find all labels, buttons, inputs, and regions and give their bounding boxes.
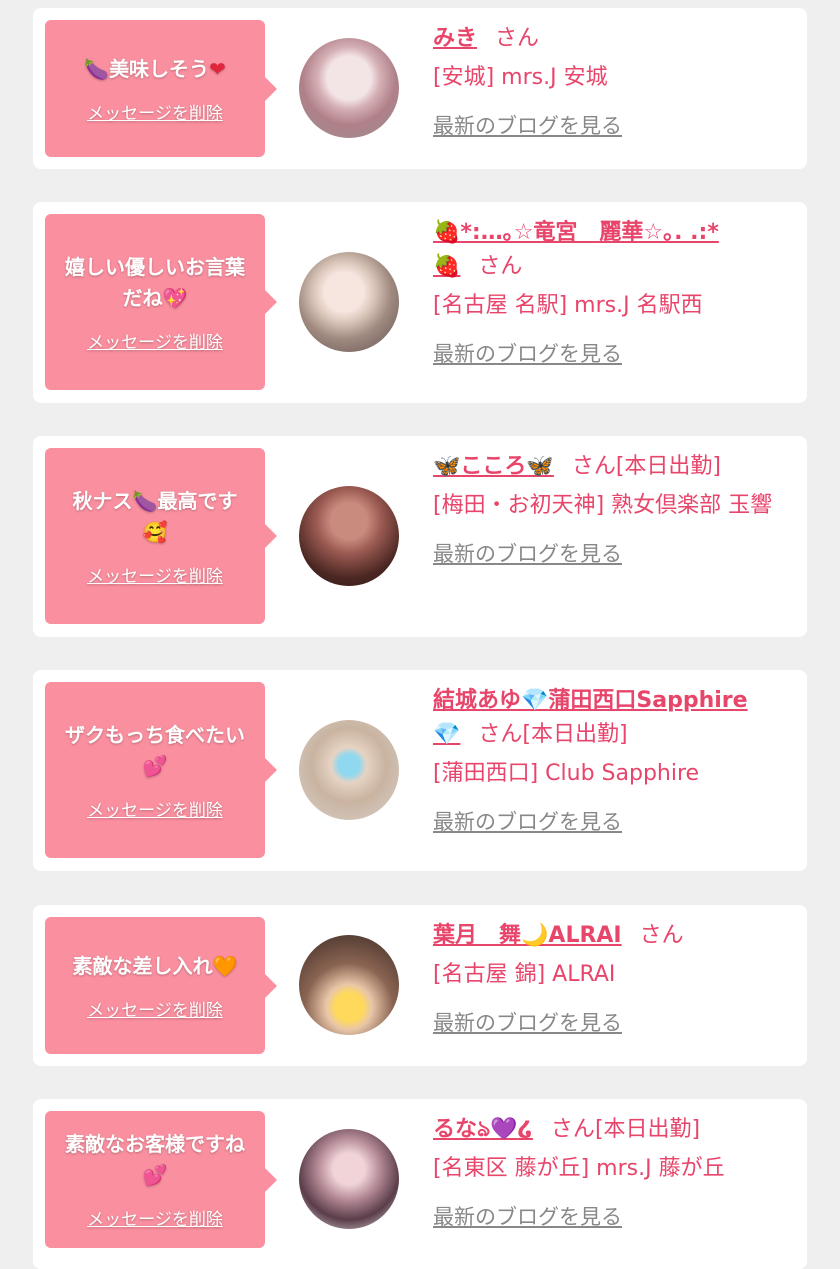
purple-heart-icon: 💜: [490, 1117, 518, 1142]
delete-message-link[interactable]: メッセージを削除: [87, 796, 223, 821]
girl-name-link[interactable]: 葉月 舞🌙ALRAI: [433, 923, 622, 948]
avatar[interactable]: [299, 486, 399, 586]
honorific: さん: [571, 454, 616, 479]
delete-message-link[interactable]: メッセージを削除: [87, 996, 223, 1021]
message-card: 秋ナス🍆最高です 🥰 メッセージを削除 🦋こころ🦋 さん[本日出勤] [梅田・お初天…: [33, 436, 807, 637]
strawberry-icon: 🍓: [433, 254, 461, 279]
decor-symbol: ໒: [517, 1117, 533, 1142]
girl-name-link[interactable]: るなঌ💜໒: [433, 1117, 533, 1142]
name-line: みき さん: [433, 22, 793, 56]
heart-icon: ❤: [209, 56, 226, 81]
honorific: さん: [550, 1117, 595, 1142]
honorific: さん: [478, 722, 523, 747]
name-line: 🍓*:…｡☆竜宮 麗華☆｡. .:* 🍓 さん: [433, 216, 793, 284]
latest-blog-link[interactable]: 最新のブログを見る: [433, 806, 622, 838]
two-hearts-icon: 💕: [142, 1163, 168, 1187]
message-card: 🍆美味しそう❤ メッセージを削除 みき さん [安城] mrs.J 安城 最新のブ…: [33, 8, 807, 169]
girl-name-link[interactable]: みき: [433, 26, 477, 51]
message-bubble: 🍆美味しそう❤ メッセージを削除: [45, 20, 277, 157]
honorific: さん: [639, 923, 684, 948]
girl-info: みき さん [安城] mrs.J 安城 最新のブログを見る: [433, 22, 793, 142]
shop-text: [安城] mrs.J 安城: [433, 65, 608, 90]
message-text: 素敵なお客様ですね💕: [65, 1132, 245, 1187]
avatar[interactable]: [299, 252, 399, 352]
delete-message-link[interactable]: メッセージを削除: [87, 562, 223, 587]
girl-info: 結城あゆ💎蒲田西口Sapphire 💎 さん[本日出勤] [蒲田西口] Club S…: [433, 684, 793, 838]
message-bubble: 素敵な差し入れ🧡 メッセージを削除: [45, 917, 277, 1054]
attendance-status: [本日出勤]: [594, 1117, 701, 1142]
message-card: 嬉しい優しいお言葉だね💖 メッセージを削除 🍓*:…｡☆竜宮 麗華☆｡. .:*…: [33, 202, 807, 403]
message-card: 素敵なお客様ですね💕 メッセージを削除 るなঌ💜໒ さん[本日出勤] [名東区 藤…: [33, 1099, 807, 1269]
message-card: ザクもっち食べたい💕 メッセージを削除 結城あゆ💎蒲田西口Sapphire 💎 さん…: [33, 670, 807, 871]
message-bubble: 秋ナス🍆最高です 🥰 メッセージを削除: [45, 448, 277, 624]
orange-heart-icon: 🧡: [212, 953, 238, 978]
eggplant-icon: 🍆: [84, 56, 110, 81]
attendance-status: [本日出勤]: [522, 722, 628, 747]
latest-blog-link[interactable]: 最新のブログを見る: [433, 1007, 622, 1039]
message-bubble: 嬉しい優しいお言葉だね💖 メッセージを削除: [45, 214, 277, 390]
message-text: 🍆美味しそう❤: [84, 56, 226, 81]
girl-info: 葉月 舞🌙ALRAI さん [名古屋 錦] ALRAI 最新のブログを見る: [433, 919, 793, 1039]
latest-blog-link[interactable]: 最新のブログを見る: [433, 338, 622, 370]
delete-message-link[interactable]: メッセージを削除: [87, 328, 223, 353]
latest-blog-link[interactable]: 最新のブログを見る: [433, 538, 622, 570]
girl-info: 🦋こころ🦋 さん[本日出勤] [梅田・お初天神] 熟女倶楽部 玉響 最新のブログを…: [433, 450, 793, 570]
name-line: るなঌ💜໒ さん[本日出勤]: [433, 1113, 793, 1147]
message-text: 素敵な差し入れ🧡: [72, 953, 238, 978]
gem-icon: 💎: [521, 688, 549, 713]
eggplant-icon: 🍆: [132, 488, 158, 513]
message-bubble: ザクもっち食べたい💕 メッセージを削除: [45, 682, 277, 858]
shop-text: [名古屋 名駅] mrs.J 名駅西: [433, 293, 703, 318]
shop-text: [梅田・お初天神] 熟女倶楽部 玉響: [433, 493, 773, 518]
girl-info: 🍓*:…｡☆竜宮 麗華☆｡. .:* 🍓 さん [名古屋 名駅] mrs.J 名駅西…: [433, 216, 793, 370]
message-bubble: 素敵なお客様ですね💕 メッセージを削除: [45, 1111, 277, 1248]
avatar[interactable]: [299, 38, 399, 138]
smiling-face-with-hearts-icon: 🥰: [142, 519, 168, 544]
message-text: ザクもっち食べたい💕: [65, 722, 245, 778]
girl-name-link[interactable]: 🍓*:…｡☆竜宮 麗華☆｡. .:* 🍓: [433, 220, 719, 279]
honorific: さん: [495, 26, 540, 51]
sparkling-heart-icon: 💖: [162, 285, 188, 310]
latest-blog-link[interactable]: 最新のブログを見る: [433, 110, 622, 142]
delete-message-link[interactable]: メッセージを削除: [87, 1205, 223, 1230]
avatar[interactable]: [299, 720, 399, 820]
decor-symbol: ঌ: [477, 1117, 491, 1142]
name-line: 葉月 舞🌙ALRAI さん: [433, 919, 793, 953]
girl-name-link[interactable]: 🦋こころ🦋: [433, 454, 554, 479]
shop-text: [蒲田西口] Club Sapphire: [433, 761, 700, 786]
crescent-moon-icon: 🌙: [521, 923, 549, 948]
strawberry-icon: 🍓: [433, 220, 461, 245]
delete-message-link[interactable]: メッセージを削除: [87, 99, 223, 124]
shop-text: [名古屋 錦] ALRAI: [433, 962, 616, 987]
message-text: 嬉しい優しいお言葉だね💖: [65, 254, 245, 310]
avatar[interactable]: [299, 935, 399, 1035]
latest-blog-link[interactable]: 最新のブログを見る: [433, 1201, 622, 1233]
butterfly-icon: 🦋: [526, 454, 554, 479]
two-hearts-icon: 💕: [142, 753, 168, 778]
girl-info: るなঌ💜໒ さん[本日出勤] [名東区 藤が丘] mrs.J 藤が丘 最新のブログ…: [433, 1113, 793, 1233]
attendance-status: [本日出勤]: [615, 454, 722, 479]
name-line: 結城あゆ💎蒲田西口Sapphire 💎 さん[本日出勤]: [433, 684, 793, 752]
honorific: さん: [478, 254, 523, 279]
message-text: 秋ナス🍆最高です 🥰: [72, 488, 238, 544]
name-line: 🦋こころ🦋 さん[本日出勤]: [433, 450, 793, 484]
butterfly-icon: 🦋: [433, 454, 461, 479]
shop-text: [名東区 藤が丘] mrs.J 藤が丘: [433, 1156, 725, 1181]
message-card: 素敵な差し入れ🧡 メッセージを削除 葉月 舞🌙ALRAI さん [名古屋 錦] A…: [33, 905, 807, 1066]
avatar[interactable]: [299, 1129, 399, 1229]
gem-icon: 💎: [433, 722, 461, 747]
